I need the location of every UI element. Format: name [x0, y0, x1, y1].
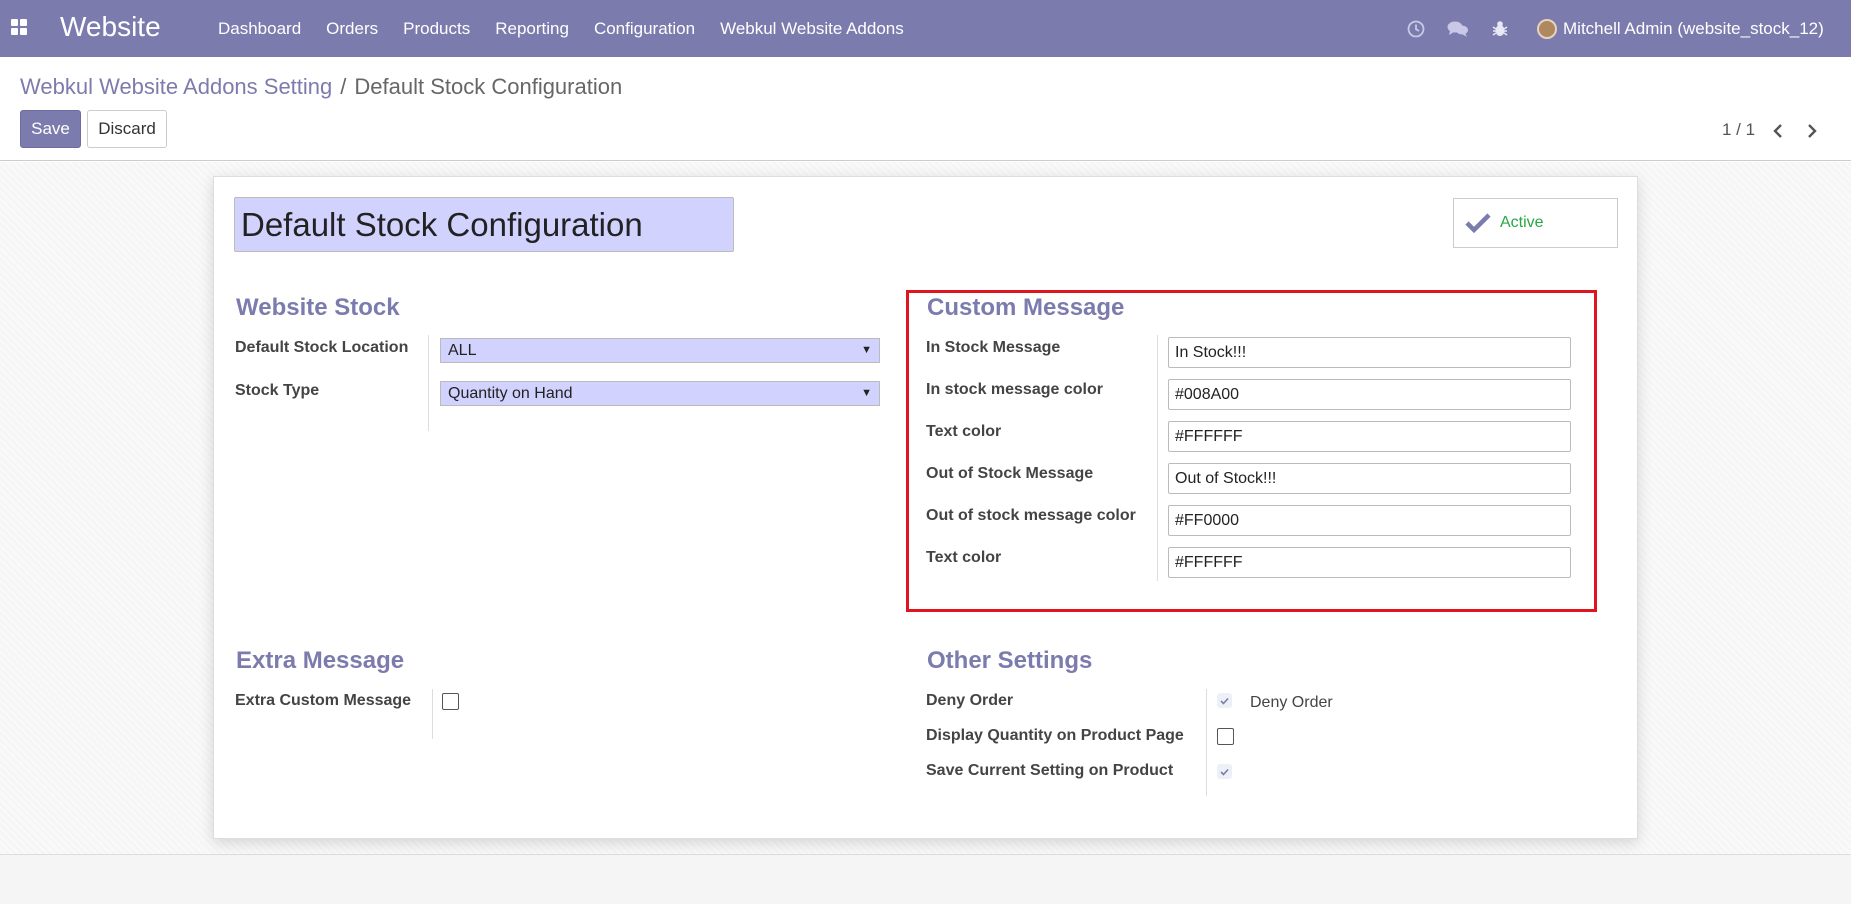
- label-default-stock-location: Default Stock Location: [235, 339, 409, 356]
- label-out-of-stock-message-color: Out of stock message color: [926, 507, 1136, 524]
- breadcrumb: Webkul Website Addons Setting / Default St…: [20, 74, 622, 100]
- config-name-input[interactable]: [234, 197, 734, 252]
- active-toggle-button[interactable]: Active: [1453, 198, 1618, 248]
- menu-configuration[interactable]: Configuration: [594, 19, 695, 39]
- extra-custom-message-checkbox[interactable]: [442, 693, 459, 710]
- label-save-current-setting: Save Current Setting on Product: [926, 762, 1174, 779]
- caret-down-icon: ▼: [861, 344, 872, 356]
- chevron-left-icon: [1773, 124, 1782, 138]
- bug-icon[interactable]: [1479, 20, 1521, 38]
- pager-value[interactable]: 1 / 1: [1722, 120, 1755, 140]
- stock-type-select[interactable]: Quantity on Hand ▼: [440, 381, 880, 406]
- user-menu[interactable]: Mitchell Admin (website_stock_12): [1537, 0, 1824, 57]
- in-stock-message-input[interactable]: [1168, 337, 1571, 368]
- menu-products[interactable]: Products: [403, 19, 470, 39]
- group-title-website-stock: Website Stock: [236, 294, 400, 321]
- divider: [1206, 689, 1207, 796]
- divider: [432, 689, 433, 739]
- top-navbar: Website Dashboard Orders Products Report…: [0, 0, 1851, 57]
- chevron-right-icon: [1808, 124, 1817, 138]
- default-stock-location-value: ALL: [448, 342, 477, 359]
- menu-orders[interactable]: Orders: [326, 19, 378, 39]
- check-icon: [1220, 697, 1229, 705]
- group-title-other-settings: Other Settings: [927, 647, 1093, 674]
- group-title-extra-message: Extra Message: [236, 647, 405, 674]
- save-current-setting-checkbox[interactable]: [1217, 764, 1232, 779]
- label-in-stock-message-color: In stock message color: [926, 381, 1103, 398]
- deny-order-inline-label[interactable]: Deny Order: [1250, 694, 1333, 712]
- check-icon: [1220, 768, 1229, 776]
- divider: [428, 335, 429, 431]
- display-quantity-checkbox[interactable]: [1217, 728, 1234, 745]
- breadcrumb-separator: /: [340, 74, 347, 99]
- label-stock-type: Stock Type: [235, 382, 320, 399]
- deny-order-checkbox[interactable]: [1217, 693, 1232, 708]
- out-of-stock-text-color-input[interactable]: [1168, 547, 1571, 578]
- breadcrumb-parent-link[interactable]: Webkul Website Addons Setting: [20, 74, 332, 99]
- menu-dashboard[interactable]: Dashboard: [218, 19, 301, 39]
- in-stock-text-color-input[interactable]: [1168, 421, 1571, 452]
- menu-reporting[interactable]: Reporting: [495, 19, 569, 39]
- pager-previous-button[interactable]: [1764, 117, 1792, 145]
- in-stock-message-color-input[interactable]: [1168, 379, 1571, 410]
- chat-icon[interactable]: [1437, 20, 1479, 38]
- breadcrumb-current: Default Stock Configuration: [354, 74, 623, 99]
- divider: [1157, 335, 1158, 581]
- pager-next-button[interactable]: [1798, 117, 1826, 145]
- default-stock-location-select[interactable]: ALL ▼: [440, 338, 880, 363]
- out-of-stock-message-color-input[interactable]: [1168, 505, 1571, 536]
- out-of-stock-message-input[interactable]: [1168, 463, 1571, 494]
- group-title-custom-message: Custom Message: [927, 294, 1125, 321]
- label-out-of-stock-text-color: Text color: [926, 549, 1002, 566]
- systray: [1395, 0, 1521, 57]
- label-out-of-stock-message: Out of Stock Message: [926, 465, 1094, 482]
- label-in-stock-text-color: Text color: [926, 423, 1002, 440]
- save-button[interactable]: Save: [20, 110, 81, 148]
- clock-icon[interactable]: [1395, 20, 1437, 38]
- check-icon: [1465, 213, 1491, 234]
- form-sheet: Active Website Stock Default Stock Locat…: [213, 176, 1638, 839]
- app-title: Website: [60, 11, 161, 42]
- active-label: Active: [1500, 214, 1544, 231]
- apps-grid-icon[interactable]: [11, 19, 28, 36]
- label-display-quantity: Display Quantity on Product Page: [926, 727, 1184, 744]
- user-name: Mitchell Admin (website_stock_12): [1563, 18, 1824, 38]
- stock-type-value: Quantity on Hand: [448, 385, 573, 402]
- label-deny-order: Deny Order: [926, 692, 1014, 709]
- discard-button[interactable]: Discard: [87, 110, 167, 148]
- control-panel: Webkul Website Addons Setting / Default St…: [0, 57, 1851, 161]
- menu-webkul-website-addons[interactable]: Webkul Website Addons: [720, 19, 904, 39]
- bottom-band: [0, 854, 1851, 904]
- main-menu: Dashboard Orders Products Reporting Conf…: [218, 0, 929, 57]
- avatar: [1537, 18, 1557, 39]
- label-extra-custom-message: Extra Custom Message: [235, 692, 412, 709]
- caret-down-icon: ▼: [861, 387, 872, 399]
- label-in-stock-message: In Stock Message: [926, 339, 1061, 356]
